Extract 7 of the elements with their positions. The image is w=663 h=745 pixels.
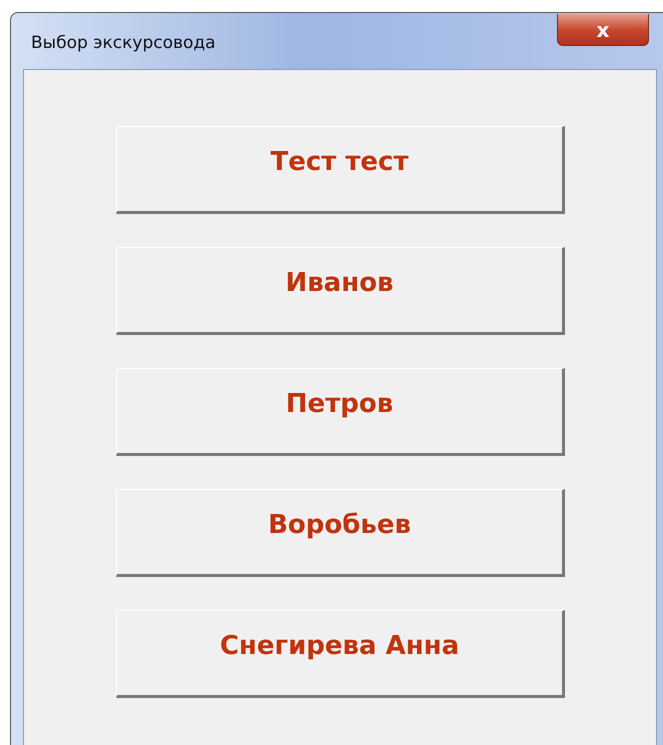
guide-button[interactable]: Тест тест (116, 126, 565, 214)
guide-button[interactable]: Снегирева Анна (116, 610, 565, 698)
guide-button[interactable]: Петров (116, 368, 565, 456)
guide-button[interactable]: Иванов (116, 247, 565, 335)
window-title: Выбор экскурсовода (31, 33, 216, 53)
guide-button[interactable]: Воробьев (116, 489, 565, 577)
close-button[interactable]: x (557, 14, 649, 46)
